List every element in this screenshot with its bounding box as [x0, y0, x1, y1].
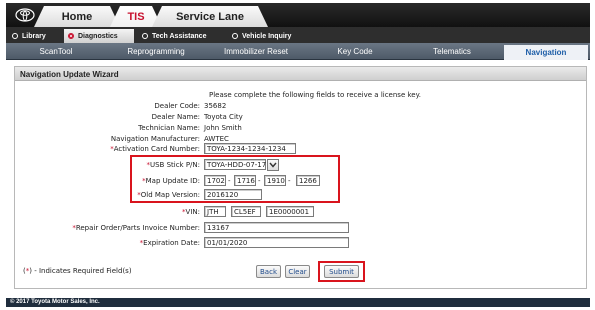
chevron-down-icon[interactable]	[267, 159, 279, 171]
activation-card-input[interactable]: TOYA-1234-1234-1234	[204, 143, 296, 154]
old-map-label: *Old Map Version:	[137, 191, 200, 199]
usb-stick-select[interactable]: TOYA-HDD-07-17	[204, 159, 266, 170]
map-update-input-2[interactable]: 1716	[234, 175, 256, 186]
vin-input-1[interactable]: JTH	[204, 206, 226, 217]
dealer-code-label: Dealer Code:	[154, 102, 200, 110]
tab-service-lane-label: Service Lane	[176, 10, 244, 23]
sub-tab-telematics[interactable]: Telematics	[404, 43, 500, 60]
vin-label-text: VIN:	[185, 208, 200, 216]
vin-input-2[interactable]: CL5EF	[231, 206, 261, 217]
footer-copyright: © 2017 Toyota Motor Sales, Inc.	[6, 298, 590, 307]
required-note-text: - Indicates Required Field(s)	[34, 267, 132, 275]
submit-button[interactable]: Submit	[324, 265, 359, 278]
panel-title: Navigation Update Wizard	[15, 67, 586, 81]
old-map-label-text: Old Map Version:	[140, 191, 200, 199]
usb-label: *USB Stick P/N:	[146, 161, 200, 169]
nav-tab-label: Library	[22, 32, 46, 40]
nav-tab-label: Diagnostics	[78, 32, 118, 40]
radio-dot-icon	[142, 33, 148, 39]
main-nav-bar: Library Diagnostics Tech Assistance Vehi…	[6, 27, 590, 43]
map-update-input-3[interactable]: 1910	[264, 175, 286, 186]
tab-service-lane[interactable]: Service Lane	[152, 6, 268, 27]
vin-label: *VIN:	[182, 208, 200, 216]
required-note: (*) - Indicates Required Field(s)	[23, 267, 132, 275]
map-update-label: *Map Update ID:	[142, 177, 200, 185]
map-update-label-text: Map Update ID:	[145, 177, 200, 185]
manufacturer-value: AWTEC	[204, 135, 229, 143]
sub-nav-bar: ScanTool Reprogramming Immobilizer Reset…	[6, 43, 590, 60]
sub-tab-navigation[interactable]: Navigation	[504, 45, 588, 60]
map-update-input-1[interactable]: 1702	[204, 175, 226, 186]
repair-order-label: *Repair Order/Parts Invoice Number:	[72, 224, 200, 232]
activation-label: *Activation Card Number:	[110, 145, 200, 153]
dash-separator: -	[258, 177, 261, 185]
sub-tab-scantool[interactable]: ScanTool	[6, 43, 106, 60]
sub-tab-immobilizer-reset[interactable]: Immobilizer Reset	[206, 43, 306, 60]
radio-dot-icon	[68, 33, 74, 39]
technician-label: Technician Name:	[138, 124, 200, 132]
required-note-paren-close: )	[29, 267, 32, 275]
activation-label-text: Activation Card Number:	[113, 145, 200, 153]
back-button[interactable]: Back	[256, 265, 281, 278]
clear-button[interactable]: Clear	[285, 265, 310, 278]
top-tab-bar: Home TIS Service Lane	[6, 3, 590, 27]
nav-tab-diagnostics[interactable]: Diagnostics	[64, 29, 134, 43]
expiration-date-input[interactable]: 01/01/2020	[204, 237, 349, 248]
nav-tab-tech-assistance[interactable]: Tech Assistance	[138, 29, 224, 43]
dealer-name-label: Dealer Name:	[151, 113, 200, 121]
nav-tab-vehicle-inquiry[interactable]: Vehicle Inquiry	[228, 29, 316, 43]
expiration-label: *Expiration Date:	[140, 239, 200, 247]
form-intro: Please complete the following fields to …	[209, 91, 421, 99]
sub-tab-reprogramming[interactable]: Reprogramming	[106, 43, 206, 60]
tab-home-label: Home	[61, 10, 93, 23]
app-window: Home TIS Service Lane Library Diagnostic…	[6, 3, 590, 307]
nav-tab-library[interactable]: Library	[8, 29, 62, 43]
tab-tis-label: TIS	[127, 10, 145, 23]
old-map-version-input[interactable]: 2016120	[204, 189, 262, 200]
dealer-name-value: Toyota City	[204, 113, 243, 121]
nav-tab-label: Tech Assistance	[152, 32, 207, 40]
nav-tab-label: Vehicle Inquiry	[242, 32, 292, 40]
repair-order-label-text: Repair Order/Parts Invoice Number:	[75, 224, 200, 232]
expiration-label-text: Expiration Date:	[143, 239, 200, 247]
repair-order-input[interactable]: 13167	[204, 222, 349, 233]
sub-tab-key-code[interactable]: Key Code	[306, 43, 404, 60]
dash-separator: -	[288, 177, 291, 185]
radio-dot-icon	[232, 33, 238, 39]
map-update-input-4[interactable]: 1266	[296, 175, 320, 186]
usb-label-text: USB Stick P/N:	[149, 161, 200, 169]
dealer-code-value: 35682	[204, 102, 227, 110]
technician-value: John Smith	[204, 124, 242, 132]
dash-separator: -	[228, 177, 231, 185]
navigation-update-panel: Navigation Update Wizard Please complete…	[14, 66, 587, 289]
radio-dot-icon	[12, 33, 18, 39]
vin-input-3[interactable]: 1E0000001	[266, 206, 314, 217]
tab-home[interactable]: Home	[34, 6, 120, 27]
manufacturer-label: Navigation Manufacturer:	[110, 135, 200, 143]
